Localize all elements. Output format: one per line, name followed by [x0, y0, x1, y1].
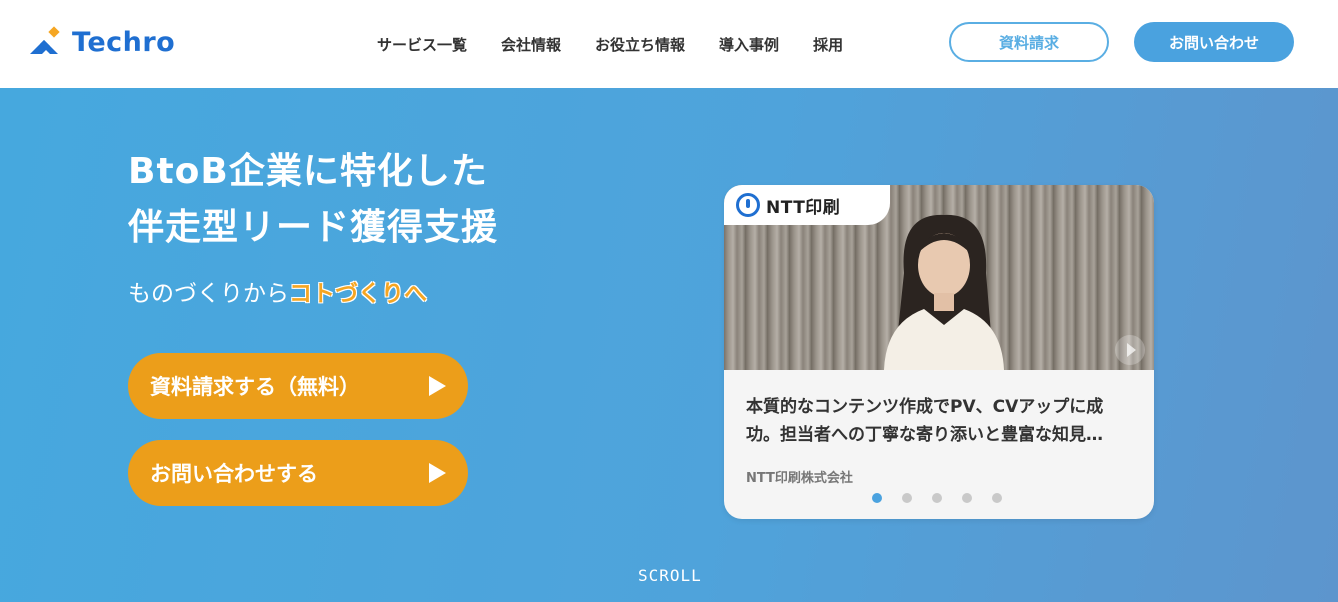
main-nav: サービス一覧 会社情報 お役立ち情報 導入事例 採用: [360, 0, 860, 88]
hero-subtitle-accent: コトづくりへ: [289, 281, 427, 307]
carousel-dots: [872, 493, 1022, 503]
header-contact-button[interactable]: お問い合わせ: [1134, 22, 1294, 62]
ntt-brand-tag: NTT印刷: [724, 185, 890, 225]
case-study-text: 本質的なコンテンツ作成でPV、CVアップに成功。担当者への丁寧な寄り添いと豊富な…: [746, 397, 1104, 445]
hero-title-line1: BtoB企業に特化した: [128, 151, 488, 192]
carousel-dot-4[interactable]: [962, 493, 972, 503]
hero-subtitle: ものづくりからコトづくりへ: [128, 274, 427, 308]
ntt-brand-text: NTT印刷: [766, 197, 841, 218]
carousel-dot-2[interactable]: [902, 493, 912, 503]
techro-logo-icon: [30, 26, 60, 54]
next-arrow-icon[interactable]: [1115, 335, 1145, 365]
case-study-photo: NTT印刷: [724, 185, 1154, 370]
cta-contact-button[interactable]: お問い合わせする: [128, 440, 468, 506]
hero-section: BtoB企業に特化した 伴走型リード獲得支援 ものづくりからコトづくりへ 資料請…: [0, 88, 1338, 602]
hero-subtitle-prefix: ものづくりから: [128, 281, 289, 307]
carousel-dot-3[interactable]: [932, 493, 942, 503]
nav-case-studies[interactable]: 導入事例: [719, 34, 779, 55]
nav-resources[interactable]: お役立ち情報: [595, 34, 685, 55]
case-study-card[interactable]: NTT印刷 本質的なコンテンツ作成でPV、CVアップに成功。担当者への丁寧な寄り…: [724, 185, 1154, 519]
case-study-company: NTT印刷株式会社: [746, 471, 853, 486]
logo-text: Techro: [72, 26, 176, 58]
nav-company[interactable]: 会社情報: [501, 34, 561, 55]
play-icon: [429, 463, 446, 483]
site-header: Techro サービス一覧 会社情報 お役立ち情報 導入事例 採用 資料請求 お…: [0, 0, 1338, 88]
ntt-logo-icon: [736, 193, 760, 217]
cta-doc-request-button[interactable]: 資料請求する（無料）: [128, 353, 468, 419]
nav-recruit[interactable]: 採用: [813, 34, 843, 55]
hero-title-line2: 伴走型リード獲得支援: [128, 207, 499, 248]
techro-logo[interactable]: Techro: [28, 24, 175, 60]
cta-doc-request-label: 資料請求する（無料）: [150, 375, 360, 399]
nav-services[interactable]: サービス一覧: [377, 34, 467, 55]
hero-title: BtoB企業に特化した 伴走型リード獲得支援: [128, 144, 498, 256]
cta-contact-label: お問い合わせする: [150, 462, 318, 486]
header-doc-request-button[interactable]: 資料請求: [949, 22, 1109, 62]
person-photo: [884, 214, 1004, 370]
scroll-indicator[interactable]: SCROLL: [638, 566, 702, 585]
carousel-dot-5[interactable]: [992, 493, 1002, 503]
play-icon: [429, 376, 446, 396]
carousel-dot-1[interactable]: [872, 493, 882, 503]
